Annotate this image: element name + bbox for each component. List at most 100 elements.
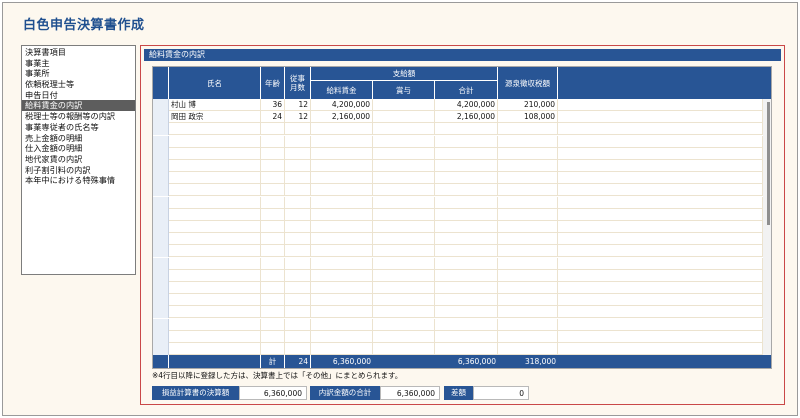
- cell-withholding[interactable]: [498, 123, 558, 136]
- cell-name[interactable]: [169, 245, 261, 258]
- cell-withholding[interactable]: [498, 282, 558, 294]
- row-header[interactable]: [153, 343, 169, 355]
- cell-salary[interactable]: [311, 135, 373, 148]
- cell-withholding[interactable]: 108,000: [498, 111, 558, 124]
- cell-bonus[interactable]: [373, 208, 435, 221]
- cell-name[interactable]: [169, 306, 261, 319]
- cell-name[interactable]: [169, 160, 261, 172]
- cell-withholding[interactable]: 210,000: [498, 99, 558, 111]
- cell-withholding[interactable]: [498, 306, 558, 319]
- cell-age[interactable]: [261, 135, 285, 148]
- row-header[interactable]: [153, 233, 169, 246]
- cell-withholding[interactable]: [498, 135, 558, 148]
- cell-bonus[interactable]: [373, 135, 435, 148]
- cell-months[interactable]: [285, 294, 311, 307]
- cell-bonus[interactable]: [373, 294, 435, 307]
- cell-total[interactable]: [435, 245, 498, 258]
- cell-total[interactable]: [435, 257, 498, 270]
- cell-withholding[interactable]: [498, 294, 558, 307]
- row-header[interactable]: [153, 294, 169, 307]
- cell-bonus[interactable]: [373, 172, 435, 185]
- table-row[interactable]: 村山 博 36 12 4,200,000 4,200,000 210,000: [153, 99, 771, 111]
- cell-salary[interactable]: [311, 184, 373, 197]
- cell-months[interactable]: [285, 318, 311, 331]
- cell-salary[interactable]: 2,160,000: [311, 111, 373, 124]
- cell-withholding[interactable]: [498, 318, 558, 331]
- cell-withholding[interactable]: [498, 160, 558, 172]
- row-header[interactable]: [153, 245, 169, 258]
- cell-age[interactable]: [261, 123, 285, 136]
- section-list-item[interactable]: 事業所: [22, 68, 135, 79]
- cell-name[interactable]: [169, 135, 261, 148]
- cell-total[interactable]: [435, 233, 498, 246]
- cell-name[interactable]: [169, 233, 261, 246]
- cell-months[interactable]: [285, 196, 311, 209]
- cell-total[interactable]: [435, 196, 498, 209]
- table-row[interactable]: [153, 160, 771, 172]
- table-row[interactable]: [153, 343, 771, 355]
- cell-months[interactable]: [285, 306, 311, 319]
- table-row[interactable]: [153, 306, 771, 319]
- table-row[interactable]: [153, 147, 771, 160]
- row-header[interactable]: [153, 111, 169, 124]
- cell-months[interactable]: [285, 269, 311, 282]
- cell-name[interactable]: [169, 172, 261, 185]
- cell-total[interactable]: [435, 135, 498, 148]
- cell-bonus[interactable]: [373, 123, 435, 136]
- row-header[interactable]: [153, 208, 169, 221]
- cell-bonus[interactable]: [373, 233, 435, 246]
- row-header[interactable]: [153, 330, 169, 343]
- row-header[interactable]: [153, 257, 169, 270]
- table-row[interactable]: [153, 269, 771, 282]
- cell-name[interactable]: 村山 博: [169, 99, 261, 111]
- cell-bonus[interactable]: [373, 111, 435, 124]
- cell-bonus[interactable]: [373, 318, 435, 331]
- table-row[interactable]: [153, 330, 771, 343]
- cell-age[interactable]: [261, 196, 285, 209]
- cell-total[interactable]: [435, 184, 498, 197]
- cell-name[interactable]: [169, 318, 261, 331]
- cell-age[interactable]: [261, 294, 285, 307]
- cell-bonus[interactable]: [373, 160, 435, 172]
- cell-name[interactable]: [169, 282, 261, 294]
- cell-total[interactable]: [435, 330, 498, 343]
- cell-bonus[interactable]: [373, 343, 435, 355]
- cell-age[interactable]: [261, 147, 285, 160]
- cell-withholding[interactable]: [498, 208, 558, 221]
- section-list-item[interactable]: 本年中における特殊事情: [22, 175, 135, 186]
- cell-bonus[interactable]: [373, 257, 435, 270]
- table-row[interactable]: [153, 233, 771, 246]
- row-header[interactable]: [153, 160, 169, 172]
- cell-bonus[interactable]: [373, 196, 435, 209]
- row-header[interactable]: [153, 282, 169, 294]
- section-list-item[interactable]: 事業専従者の氏名等: [22, 122, 135, 133]
- cell-total[interactable]: [435, 306, 498, 319]
- cell-name[interactable]: [169, 147, 261, 160]
- cell-months[interactable]: [285, 123, 311, 136]
- cell-salary[interactable]: [311, 208, 373, 221]
- section-list-item[interactable]: 地代家賃の内訳: [22, 154, 135, 165]
- cell-name[interactable]: [169, 269, 261, 282]
- cell-months[interactable]: 12: [285, 111, 311, 124]
- cell-months[interactable]: [285, 257, 311, 270]
- row-header[interactable]: [153, 123, 169, 136]
- cell-salary[interactable]: [311, 160, 373, 172]
- cell-total[interactable]: [435, 172, 498, 185]
- cell-months[interactable]: [285, 343, 311, 355]
- cell-withholding[interactable]: [498, 245, 558, 258]
- cell-withholding[interactable]: [498, 196, 558, 209]
- cell-total[interactable]: [435, 318, 498, 331]
- cell-name[interactable]: [169, 221, 261, 233]
- cell-months[interactable]: [285, 282, 311, 294]
- cell-age[interactable]: [261, 343, 285, 355]
- row-header[interactable]: [153, 269, 169, 282]
- cell-total[interactable]: [435, 123, 498, 136]
- cell-salary[interactable]: [311, 123, 373, 136]
- cell-salary[interactable]: [311, 257, 373, 270]
- cell-total[interactable]: [435, 294, 498, 307]
- section-list-item[interactable]: 利子割引料の内訳: [22, 165, 135, 176]
- table-row[interactable]: [153, 282, 771, 294]
- cell-name[interactable]: 岡田 政宗: [169, 111, 261, 124]
- section-list-item[interactable]: 仕入金額の明細: [22, 143, 135, 154]
- scrollbar-thumb[interactable]: [767, 102, 770, 225]
